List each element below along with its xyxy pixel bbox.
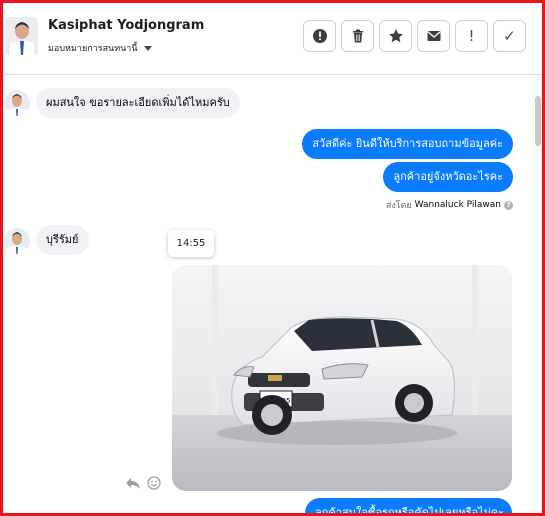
delete-button[interactable] (341, 20, 374, 52)
sent-by-prefix: ส่งโดย (385, 201, 412, 211)
sender-avatar[interactable] (4, 228, 30, 254)
timestamp-tooltip: 14:55 (168, 230, 214, 257)
sender-avatar[interactable] (4, 90, 30, 116)
caret-down-icon (143, 45, 152, 51)
sent-by-line: ส่งโดย Wannaluck Pilawan ? (386, 198, 513, 212)
trash-icon (352, 29, 363, 43)
car-photo-message[interactable]: กข 6385 (172, 265, 512, 491)
reply-icon[interactable] (125, 476, 141, 490)
outgoing-message[interactable]: ลูกค้าสนใจซื้อรถหรือคัดไปเลยหรือไม่คะ (305, 498, 512, 516)
envelope-icon (426, 31, 441, 41)
mark-unread-button[interactable] (417, 20, 450, 52)
assign-label: มอบหมายการสนทนานี้ (48, 44, 138, 54)
scrollbar-thumb[interactable] (535, 96, 541, 146)
mark-spam-button[interactable] (303, 20, 336, 52)
assign-conversation-dropdown[interactable]: มอบหมายการสนทนานี้ (48, 41, 152, 55)
info-icon[interactable]: ? (504, 200, 513, 210)
follow-up-button[interactable]: ! (455, 20, 488, 52)
emoji-icon[interactable] (147, 476, 161, 490)
contact-name[interactable]: Kasiphat Yodjongram (48, 18, 204, 33)
incoming-message[interactable]: บุรีรัมย์ (36, 225, 89, 255)
contact-avatar[interactable] (6, 17, 38, 55)
exclamation-icon: ! (468, 26, 475, 45)
star-icon (388, 29, 403, 43)
conversation-toolbar: ! ✓ (303, 20, 526, 52)
star-button[interactable] (379, 20, 412, 52)
outgoing-message[interactable]: สวัสดีค่ะ ยินดีให้บริการสอบถามข้อมูลค่ะ (302, 129, 513, 159)
message-actions (125, 476, 161, 490)
mark-done-button[interactable]: ✓ (493, 20, 526, 52)
conversation-header: Kasiphat Yodjongram มอบหมายการสนทนานี้ !… (3, 3, 542, 75)
incoming-message[interactable]: ผมสนใจ ขอรายละเอียดเพิ่มได้ไหมครับ (36, 88, 240, 118)
outgoing-message[interactable]: ลูกค้าอยู่จังหวัดอะไรคะ (383, 162, 513, 192)
alert-circle-icon (312, 29, 327, 43)
sent-by-agent: Wannaluck Pilawan (414, 200, 501, 210)
check-icon: ✓ (503, 26, 516, 45)
